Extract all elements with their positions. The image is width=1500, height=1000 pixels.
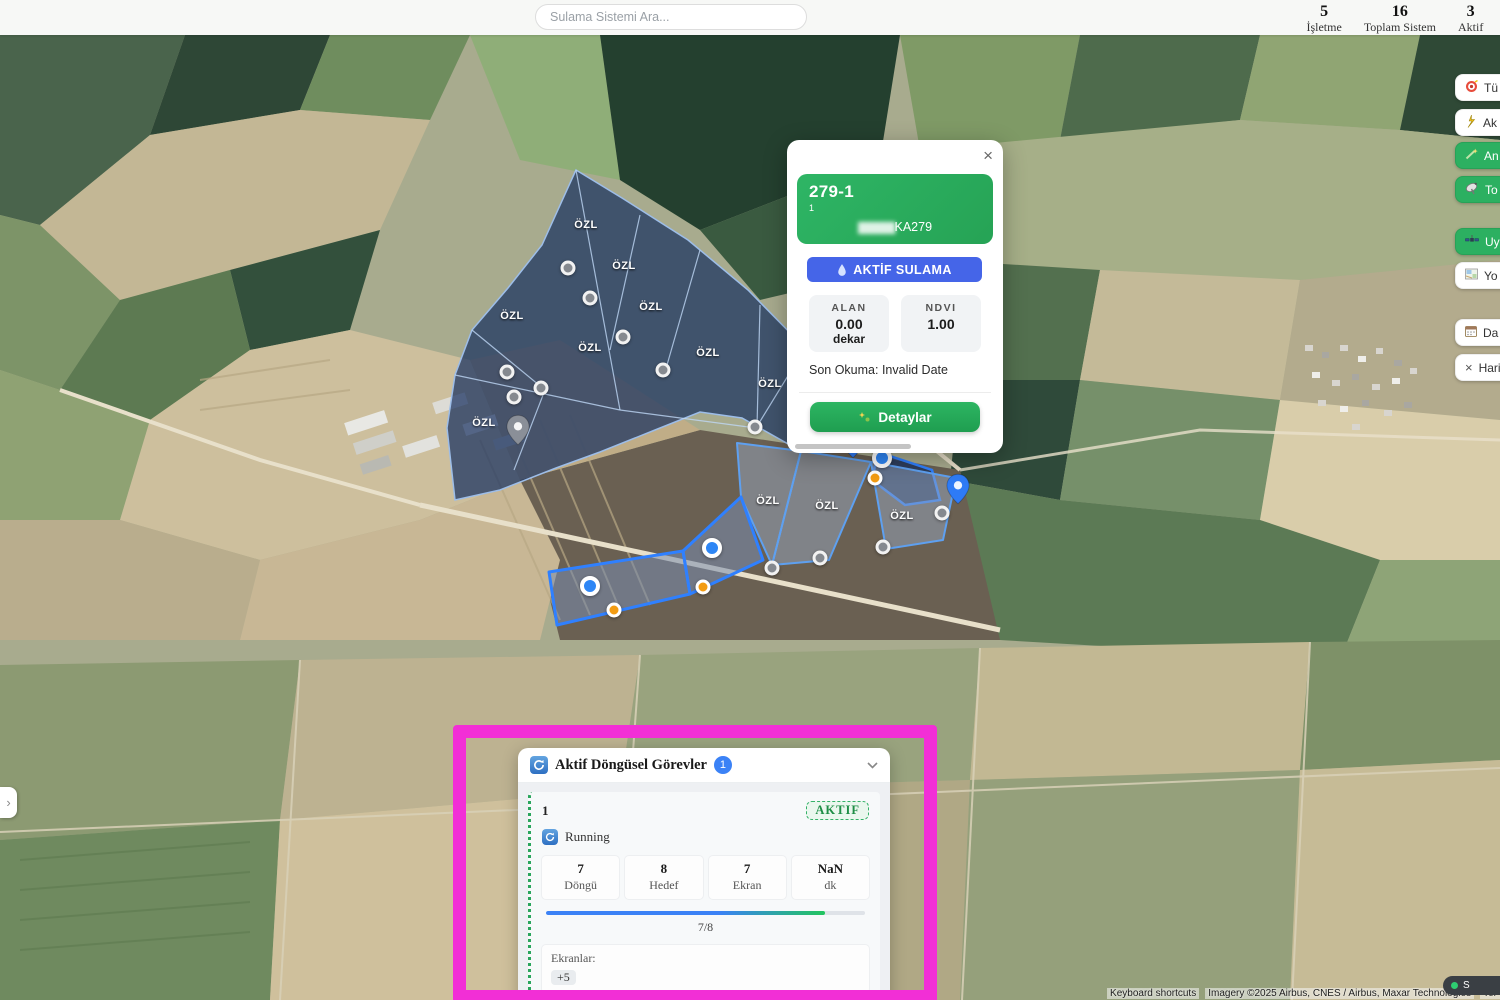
target-icon <box>1465 80 1478 96</box>
close-icon[interactable]: × <box>983 146 993 166</box>
redacted-code: ██████ <box>858 223 895 234</box>
gray-marker[interactable] <box>813 551 828 566</box>
gray-marker[interactable] <box>876 540 891 555</box>
dish-icon <box>1465 182 1479 198</box>
orange-marker[interactable] <box>607 603 622 618</box>
topbar-stat: 3Aktif <box>1458 2 1483 33</box>
parcel-label[interactable]: ÖZL <box>758 378 782 390</box>
comet-icon <box>1465 148 1478 163</box>
progress-label: 7/8 <box>546 920 865 935</box>
gray-marker[interactable] <box>500 365 515 380</box>
gray-marker[interactable] <box>534 381 549 396</box>
popup-header: 279-1 1 ██████KA279 <box>797 174 993 244</box>
task-stat: 7Döngü <box>542 856 619 899</box>
parcel-label[interactable]: ÖZL <box>472 417 496 429</box>
task-stats: 7Döngü8Hedef7EkranNaNdk <box>542 856 869 899</box>
gray-marker[interactable] <box>748 420 763 435</box>
parcel-label[interactable]: ÖZL <box>612 260 636 272</box>
top-bar: 5İşletme16Toplam Sistem3AktifK <box>0 0 1500 35</box>
topbar-stats: 5İşletme16Toplam Sistem3AktifK <box>1306 0 1500 35</box>
popup-scrollbar[interactable] <box>795 444 995 449</box>
orange-marker[interactable] <box>696 580 711 595</box>
sparkle-icon <box>858 411 871 424</box>
gray-marker[interactable] <box>765 561 780 576</box>
parcel-info-popup: × 279-1 1 ██████KA279 AKTİF SULAMA ALAN0… <box>787 140 1003 453</box>
divider <box>799 392 991 393</box>
gray-marker[interactable] <box>656 363 671 378</box>
sidebar-button-hari[interactable]: ×Hari <box>1455 354 1500 381</box>
last-reading: Son Okuma: Invalid Date <box>809 363 948 377</box>
panel-body: 1 AKTIF Running 7Döngü8Hedef7EkranNaNdk … <box>518 783 890 1000</box>
parcel-code: ██████KA279 <box>809 220 981 234</box>
parcel-label[interactable]: ÖZL <box>639 301 663 313</box>
screens-more-chip: +5 <box>551 970 576 985</box>
chevron-down-icon[interactable] <box>867 756 878 774</box>
task-stat: 7Ekran <box>709 856 786 899</box>
spark-icon <box>1465 115 1477 131</box>
search-input[interactable] <box>535 4 807 30</box>
task-status-text: Running <box>565 829 610 845</box>
task-stat: 8Hedef <box>625 856 702 899</box>
map-attribution: Keyboard shortcuts Imagery ©2025 Airbus,… <box>1107 988 1500 999</box>
visible-code: KA279 <box>894 220 932 234</box>
sidebar-button-ak[interactable]: Ak <box>1455 109 1500 136</box>
sidebar-button-yo[interactable]: Yo <box>1455 262 1500 289</box>
parcel-label[interactable]: ÖZL <box>815 500 839 512</box>
sidebar-button-uy[interactable]: Uy <box>1455 228 1500 255</box>
sidebar-button-da[interactable]: Da <box>1455 319 1500 346</box>
details-button[interactable]: Detaylar <box>810 402 980 432</box>
gray-marker[interactable] <box>507 390 522 405</box>
topbar-stat: 16Toplam Sistem <box>1364 2 1436 33</box>
popup-stat: ALAN0.00dekar <box>809 295 889 352</box>
refresh-icon <box>530 756 548 774</box>
status-badge: AKTIF <box>806 801 869 820</box>
panel-header[interactable]: Aktif Döngüsel Görevler 1 <box>518 748 890 783</box>
panel-title: Aktif Döngüsel Görevler <box>555 757 707 774</box>
popup-stats: ALAN0.00dekarNDVI1.00 <box>809 295 981 352</box>
task-stat: NaNdk <box>792 856 869 899</box>
online-dot-icon <box>1451 982 1458 989</box>
blue-marker[interactable] <box>702 538 722 558</box>
gray-marker[interactable] <box>561 261 576 276</box>
screens-box: Ekranlar: +5 <box>542 945 869 993</box>
task-progress: 7/8 <box>546 911 865 935</box>
map-icon <box>1465 268 1478 283</box>
blue-location-pin[interactable] <box>946 473 970 510</box>
satellite-icon <box>1465 234 1479 249</box>
active-cyclic-tasks-panel: Aktif Döngüsel Görevler 1 1 AKTIF Runnin… <box>518 748 890 1000</box>
parcel-title: 279-1 <box>809 182 981 202</box>
topbar-stat: 5İşletme <box>1306 2 1341 33</box>
active-irrigation-button[interactable]: AKTİF SULAMA <box>807 257 982 282</box>
status-pill[interactable]: S <box>1443 976 1500 995</box>
parcel-label[interactable]: ÖZL <box>574 219 598 231</box>
calendar-icon <box>1465 325 1477 340</box>
blue-marker[interactable] <box>580 576 600 596</box>
parcel-label[interactable]: ÖZL <box>578 342 602 354</box>
app-screen: ÖZL ÖZL ÖZL ÖZL ÖZL ÖZL ÖZL ÖZL ÖZL ÖZL ÖZL 5İşlet… <box>0 0 1500 1000</box>
gray-marker[interactable] <box>583 291 598 306</box>
parcel-label[interactable]: ÖZL <box>500 310 524 322</box>
progress-fill <box>546 911 825 915</box>
task-card[interactable]: 1 AKTIF Running 7Döngü8Hedef7EkranNaNdk … <box>528 792 880 1000</box>
parcel-label[interactable]: ÖZL <box>890 510 914 522</box>
orange-marker[interactable] <box>868 471 883 486</box>
sidebar-button-tü[interactable]: Tü <box>1455 74 1500 101</box>
sidebar-button-to[interactable]: To <box>1455 176 1500 203</box>
imagery-credit: Imagery ©2025 Airbus, CNES / Airbus, Max… <box>1205 988 1474 999</box>
task-count-badge: 1 <box>714 756 732 774</box>
keyboard-shortcuts-link[interactable]: Keyboard shortcuts <box>1107 988 1199 999</box>
screens-label: Ekranlar: <box>551 951 860 966</box>
parcel-label[interactable]: ÖZL <box>696 347 720 359</box>
gray-marker[interactable] <box>616 330 631 345</box>
running-icon <box>542 829 558 845</box>
close-icon: × <box>1465 361 1473 375</box>
sidebar-button-an[interactable]: An <box>1455 142 1500 169</box>
water-drop-icon <box>837 263 847 277</box>
gray-location-pin[interactable] <box>506 414 530 451</box>
parcel-subtitle: 1 <box>809 203 981 213</box>
popup-stat: NDVI1.00 <box>901 295 981 352</box>
parcel-label[interactable]: ÖZL <box>756 495 780 507</box>
task-id: 1 <box>542 803 549 819</box>
sidebar-expand-button[interactable]: › <box>0 787 17 818</box>
